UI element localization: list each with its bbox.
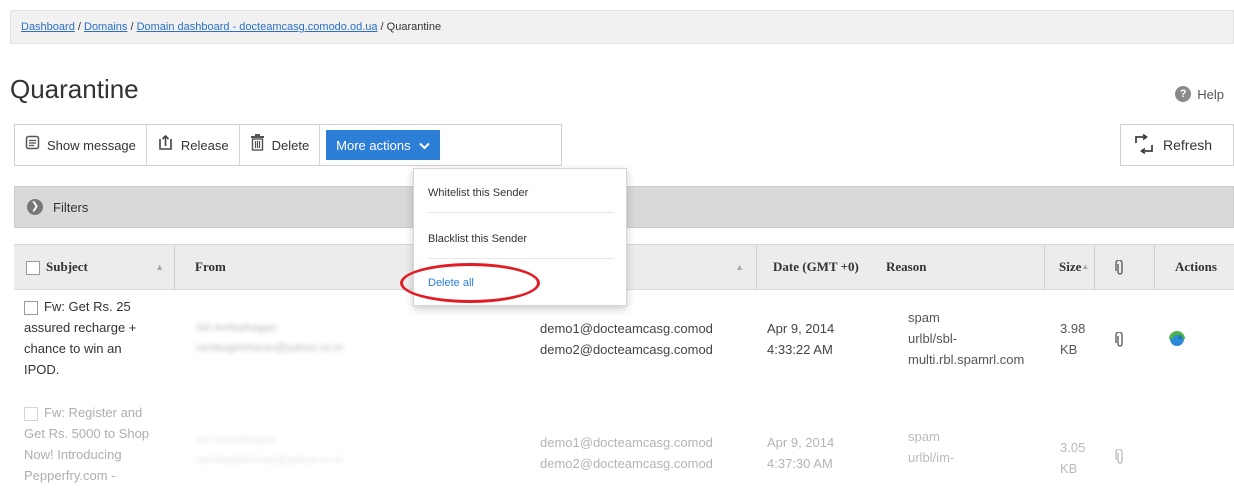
time-value: 4:33:22 AM <box>767 342 833 357</box>
row-checkbox[interactable] <box>24 406 38 421</box>
subject-cell[interactable]: Fw: Register and Get Rs. 5000 to Shop No… <box>24 402 194 486</box>
subject-line: IPOD. <box>24 362 60 377</box>
select-all-checkbox[interactable] <box>26 261 40 276</box>
breadcrumb-separator: / <box>377 21 387 33</box>
reason-line: urlbl/im- <box>908 450 955 465</box>
attachment-icon[interactable] <box>1115 448 1125 471</box>
recipient: demo1@docteamcasg.comod <box>540 435 713 450</box>
date-cell: Apr 9, 2014 4:33:22 AM <box>767 318 834 360</box>
release-label: Release <box>180 137 229 153</box>
menu-divider <box>428 258 614 259</box>
size-header-label: Size <box>1059 259 1082 274</box>
release-action-icon[interactable] <box>1168 330 1186 354</box>
breadcrumb-domains-link[interactable]: Domains <box>84 21 127 33</box>
reason-line: multi.rbl.spamrl.com <box>908 352 1025 367</box>
menu-item-blacklist-sender[interactable]: Blacklist this Sender <box>428 233 527 245</box>
actions-header-label: Actions <box>1175 259 1217 274</box>
sender-email: rambugirisharan@yahoo.co.in <box>196 454 343 466</box>
size-value: 3.98 <box>1060 321 1086 336</box>
date-cell: Apr 9, 2014 4:37:30 AM <box>767 432 834 474</box>
recipient: demo1@docteamcasg.comod <box>540 321 713 336</box>
breadcrumb-current: Quarantine <box>386 21 442 33</box>
recipient: demo2@docteamcasg.comod <box>540 342 713 357</box>
subject-cell[interactable]: Fw: Get Rs. 25 assured recharge + chance… <box>24 296 184 380</box>
breadcrumb-domain-dashboard-link[interactable]: Domain dashboard - docteamcasg.comodo.od… <box>137 21 378 33</box>
column-header-actions: Actions <box>1154 244 1234 290</box>
column-header-subject[interactable]: Subject ▲ <box>14 244 174 290</box>
from-header-label: From <box>195 259 226 274</box>
attachment-icon[interactable] <box>1115 331 1125 354</box>
recipient: demo2@docteamcasg.comod <box>540 456 713 471</box>
subject-header-label: Subject <box>46 259 88 274</box>
chevron-down-icon <box>418 138 430 153</box>
subject-line: Fw: Get Rs. 25 <box>44 299 131 314</box>
message-icon <box>25 135 40 155</box>
expand-icon: ❯ <box>27 199 43 215</box>
breadcrumb-separator: / <box>127 21 137 33</box>
highlight-ellipse <box>400 263 540 303</box>
reason-cell: spam urlbl/sbl- multi.rbl.spamrl.com <box>908 307 1024 370</box>
menu-item-whitelist-sender[interactable]: Whitelist this Sender <box>428 187 528 199</box>
show-message-label: Show message <box>47 137 136 153</box>
paperclip-icon <box>1115 259 1125 275</box>
size-cell: 3.05 KB <box>1060 437 1085 479</box>
more-actions-label: More actions <box>336 137 411 153</box>
subject-line: Pepperfry.com - <box>24 468 116 483</box>
release-button[interactable]: Release <box>147 125 240 165</box>
reason-cell: spam urlbl/im- <box>908 426 954 468</box>
date-value: Apr 9, 2014 <box>767 435 835 450</box>
help-label: Help <box>1197 86 1224 102</box>
subject-line: Get Rs. 5000 to Shop <box>24 426 150 441</box>
date-value: Apr 9, 2014 <box>767 321 835 336</box>
breadcrumb-separator: / <box>74 21 84 33</box>
help-link[interactable]: ? Help <box>1175 86 1224 102</box>
sender-name: Siri Ambathagan <box>196 322 277 334</box>
subject-line: assured recharge + <box>24 320 137 335</box>
subject-line: Fw: Register and <box>44 405 143 420</box>
from-cell: Siri Ambathagan rambugirisharan@yahoo.co… <box>196 430 343 470</box>
help-icon: ? <box>1175 86 1192 102</box>
subject-line: Now! Introducing <box>24 447 122 462</box>
sender-email: rambugirisharan@yahoo.co.in <box>196 342 343 354</box>
menu-divider <box>428 212 614 213</box>
column-header-date[interactable]: Date (GMT +0) <box>756 244 884 290</box>
sender-name: Siri Ambathagan <box>196 434 277 446</box>
reason-line: spam <box>908 429 940 444</box>
size-unit: KB <box>1060 461 1078 476</box>
column-header-reason[interactable]: Reason <box>884 244 1044 290</box>
subject-line: chance to win an <box>24 341 122 356</box>
toolbar: Show message Release Delete More actions <box>14 124 562 166</box>
sort-icon: ▲ <box>735 262 744 272</box>
release-icon <box>157 134 174 156</box>
column-header-size[interactable]: Size▲ <box>1044 244 1094 290</box>
filters-label: Filters <box>53 199 89 215</box>
reason-line: urlbl/sbl- <box>908 331 958 346</box>
reason-header-label: Reason <box>886 259 927 274</box>
refresh-icon <box>1133 133 1155 157</box>
delete-label: Delete <box>271 137 310 153</box>
time-value: 4:37:30 AM <box>767 456 833 471</box>
column-header-attachment[interactable] <box>1094 244 1154 290</box>
to-cell: demo1@docteamcasg.comod demo2@docteamcas… <box>540 432 713 474</box>
size-value: 3.05 <box>1060 440 1086 455</box>
to-cell: demo1@docteamcasg.comod demo2@docteamcas… <box>540 318 713 360</box>
trash-icon <box>250 134 265 156</box>
reason-line: spam <box>908 310 940 325</box>
delete-button[interactable]: Delete <box>240 125 321 165</box>
refresh-label: Refresh <box>1163 137 1213 153</box>
size-unit: KB <box>1060 342 1078 357</box>
page-title: Quarantine <box>10 74 139 104</box>
breadcrumb-dashboard-link[interactable]: Dashboard <box>21 21 75 33</box>
sort-icon: ▲ <box>1081 262 1090 271</box>
sort-icon: ▲ <box>155 262 164 272</box>
breadcrumb: Dashboard / Domains / Domain dashboard -… <box>10 10 1234 44</box>
size-cell: 3.98 KB <box>1060 318 1085 360</box>
row-checkbox[interactable] <box>24 300 38 315</box>
show-message-button[interactable]: Show message <box>15 125 147 165</box>
refresh-button[interactable]: Refresh <box>1120 124 1234 166</box>
date-header-label: Date (GMT +0) <box>773 259 859 274</box>
more-actions-button[interactable]: More actions <box>326 130 440 160</box>
from-cell: Siri Ambathagan rambugirisharan@yahoo.co… <box>196 318 343 358</box>
